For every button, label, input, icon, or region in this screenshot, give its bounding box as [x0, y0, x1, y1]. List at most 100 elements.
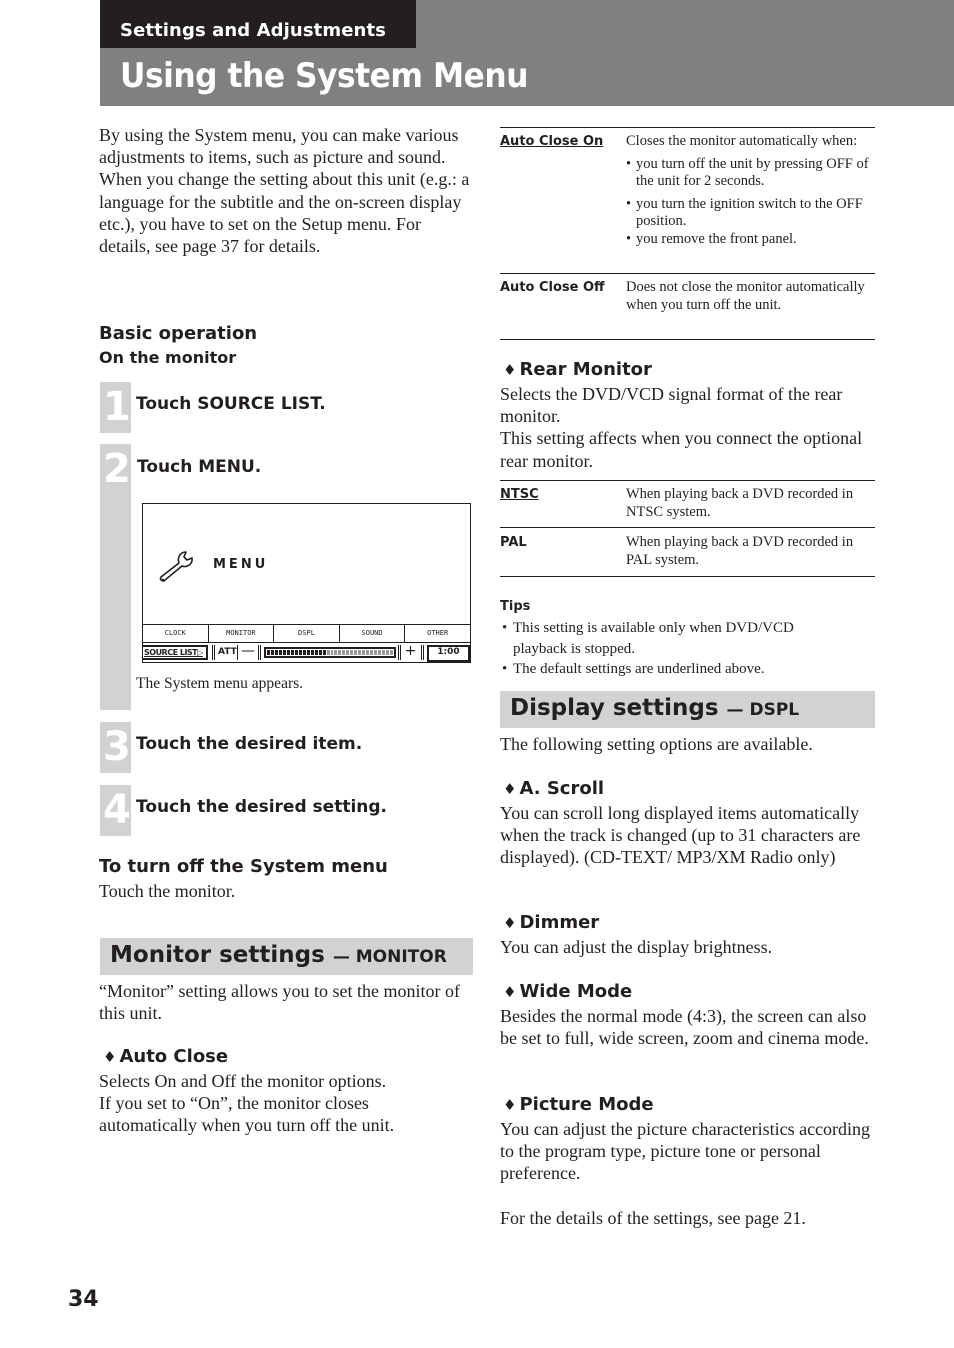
step-number-4: 4	[100, 785, 131, 836]
step-number-1: 1	[100, 382, 131, 433]
volume-segment	[282, 650, 286, 655]
volume-segment	[350, 650, 354, 655]
picture-mode-heading: ♦ Picture Mode	[503, 1094, 654, 1115]
volume-segment	[326, 650, 330, 655]
tab-dspl[interactable]: DSPL	[274, 625, 340, 642]
step-4-label: Touch the desired setting.	[136, 797, 387, 817]
volume-segment	[366, 650, 370, 655]
volume-down-button[interactable]: —	[237, 644, 258, 660]
system-menu-screen: MENU CLOCK MONITOR DSPL SOUND OTHER SOUR…	[142, 503, 471, 663]
table-rule	[500, 576, 875, 578]
wide-mode-heading: ♦ Wide Mode	[503, 981, 633, 1002]
volume-segment	[290, 650, 294, 655]
diamond-icon: ♦	[503, 983, 517, 1001]
volume-segment	[310, 650, 314, 655]
option-pal: PAL	[500, 535, 527, 550]
volume-segment	[274, 650, 278, 655]
volume-segments	[264, 647, 396, 658]
details-reference: For the details of the settings, see pag…	[500, 1208, 806, 1228]
volume-segment	[374, 650, 378, 655]
tips-list: This setting is available only when DVD/…	[502, 618, 842, 680]
page-number: 34	[68, 1287, 99, 1312]
diamond-icon: ♦	[103, 1048, 117, 1066]
rear-monitor-text: Selects the DVD/VCD signal format of the…	[500, 384, 863, 471]
section-tab: Settings and Adjustments	[100, 0, 416, 48]
diamond-icon: ♦	[503, 914, 517, 932]
display-settings-title: Display settings	[510, 695, 719, 721]
tab-other[interactable]: OTHER	[405, 625, 470, 642]
table-rule	[500, 480, 875, 482]
volume-segment	[330, 650, 334, 655]
option-auto-close-off: Auto Close Off	[500, 280, 605, 295]
display-settings-heading: Display settings — DSPL	[500, 691, 875, 728]
volume-segment	[294, 650, 298, 655]
volume-segment	[322, 650, 326, 655]
wrench-icon	[159, 551, 193, 582]
dimmer-text: You can adjust the display brightness.	[500, 937, 773, 957]
step-number-2: 2	[100, 444, 131, 710]
page-title: Using the System Menu	[120, 56, 529, 96]
tab-sound[interactable]: SOUND	[340, 625, 406, 642]
auto-close-on-bullets: you turn off the unit by pressing OFF of…	[626, 156, 874, 249]
volume-segment	[267, 650, 270, 655]
volume-segment	[302, 650, 306, 655]
tips-heading: Tips	[500, 599, 531, 614]
table-rule	[500, 127, 875, 129]
auto-close-text: Selects On and Off the monitor options. …	[99, 1071, 395, 1136]
a-scroll-text: You can scroll long displayed items auto…	[500, 803, 861, 868]
diamond-icon: ♦	[503, 1096, 517, 1114]
diamond-icon: ♦	[503, 361, 517, 379]
dimmer-heading: ♦ Dimmer	[503, 912, 600, 933]
a-scroll-heading: ♦ A. Scroll	[503, 778, 605, 799]
intro-paragraph-2: When you change the setting about this u…	[99, 169, 470, 257]
volume-segment	[386, 650, 390, 655]
option-ntsc: NTSC	[500, 487, 539, 502]
clock-time: 1:00	[427, 645, 470, 662]
on-the-monitor-subheading: On the monitor	[99, 348, 237, 367]
volume-segment	[338, 650, 342, 655]
monitor-settings-intro: “Monitor” setting allows you to set the …	[99, 981, 460, 1024]
volume-segment	[270, 650, 274, 655]
volume-bar[interactable]	[258, 645, 398, 660]
att-button[interactable]: ATT	[212, 645, 237, 660]
section-label: Settings and Adjustments	[120, 20, 386, 41]
menu-tabs: CLOCK MONITOR DSPL SOUND OTHER	[143, 624, 470, 643]
picture-mode-text: You can adjust the picture characteristi…	[500, 1119, 871, 1184]
option-auto-close-off-desc: Does not close the monitor automatically…	[626, 279, 865, 313]
option-ntsc-desc: When playing back a DVD recorded in NTSC…	[626, 486, 854, 520]
basic-operation-heading: Basic operation	[99, 323, 258, 344]
volume-segment	[342, 650, 346, 655]
volume-segment	[358, 650, 362, 655]
volume-segment	[362, 650, 366, 655]
option-auto-close-on: Auto Close On	[500, 134, 604, 149]
monitor-settings-title: Monitor settings	[110, 942, 325, 968]
menu-label: MENU	[213, 557, 269, 572]
step-3-label: Touch the desired item.	[136, 734, 363, 754]
option-auto-close-on-desc: Closes the monitor automatically when: y…	[626, 133, 874, 248]
table-rule	[500, 527, 875, 529]
table-rule	[500, 339, 875, 341]
monitor-settings-heading: Monitor settings — MONITOR	[100, 938, 473, 975]
source-list-button[interactable]: SOURCE LIST▷	[143, 645, 208, 660]
tip-item: The default settings are underlined abov…	[502, 659, 842, 680]
volume-segment	[306, 650, 310, 655]
auto-close-heading: ♦ Auto Close	[103, 1046, 229, 1067]
turn-off-heading: To turn off the System menu	[99, 856, 388, 877]
diamond-icon: ♦	[503, 780, 517, 798]
rear-monitor-heading: ♦ Rear Monitor	[503, 359, 652, 380]
volume-segment	[314, 650, 318, 655]
volume-segment	[354, 650, 358, 655]
volume-segment	[318, 650, 322, 655]
tab-clock[interactable]: CLOCK	[143, 625, 209, 642]
step-number-3: 3	[100, 722, 131, 773]
volume-segment	[334, 650, 338, 655]
option-pal-desc: When playing back a DVD recorded in PAL …	[626, 534, 854, 568]
control-row: SOURCE LIST▷ ATT — + 1:00	[143, 643, 470, 662]
wide-mode-text: Besides the normal mode (4:3), the scree…	[500, 1006, 869, 1049]
volume-up-button[interactable]: +	[398, 644, 420, 660]
tip-item: This setting is available only when DVD/…	[502, 618, 842, 659]
tab-monitor[interactable]: MONITOR	[209, 625, 275, 642]
volume-segment	[382, 650, 386, 655]
volume-segment	[286, 650, 290, 655]
volume-segment	[298, 650, 302, 655]
